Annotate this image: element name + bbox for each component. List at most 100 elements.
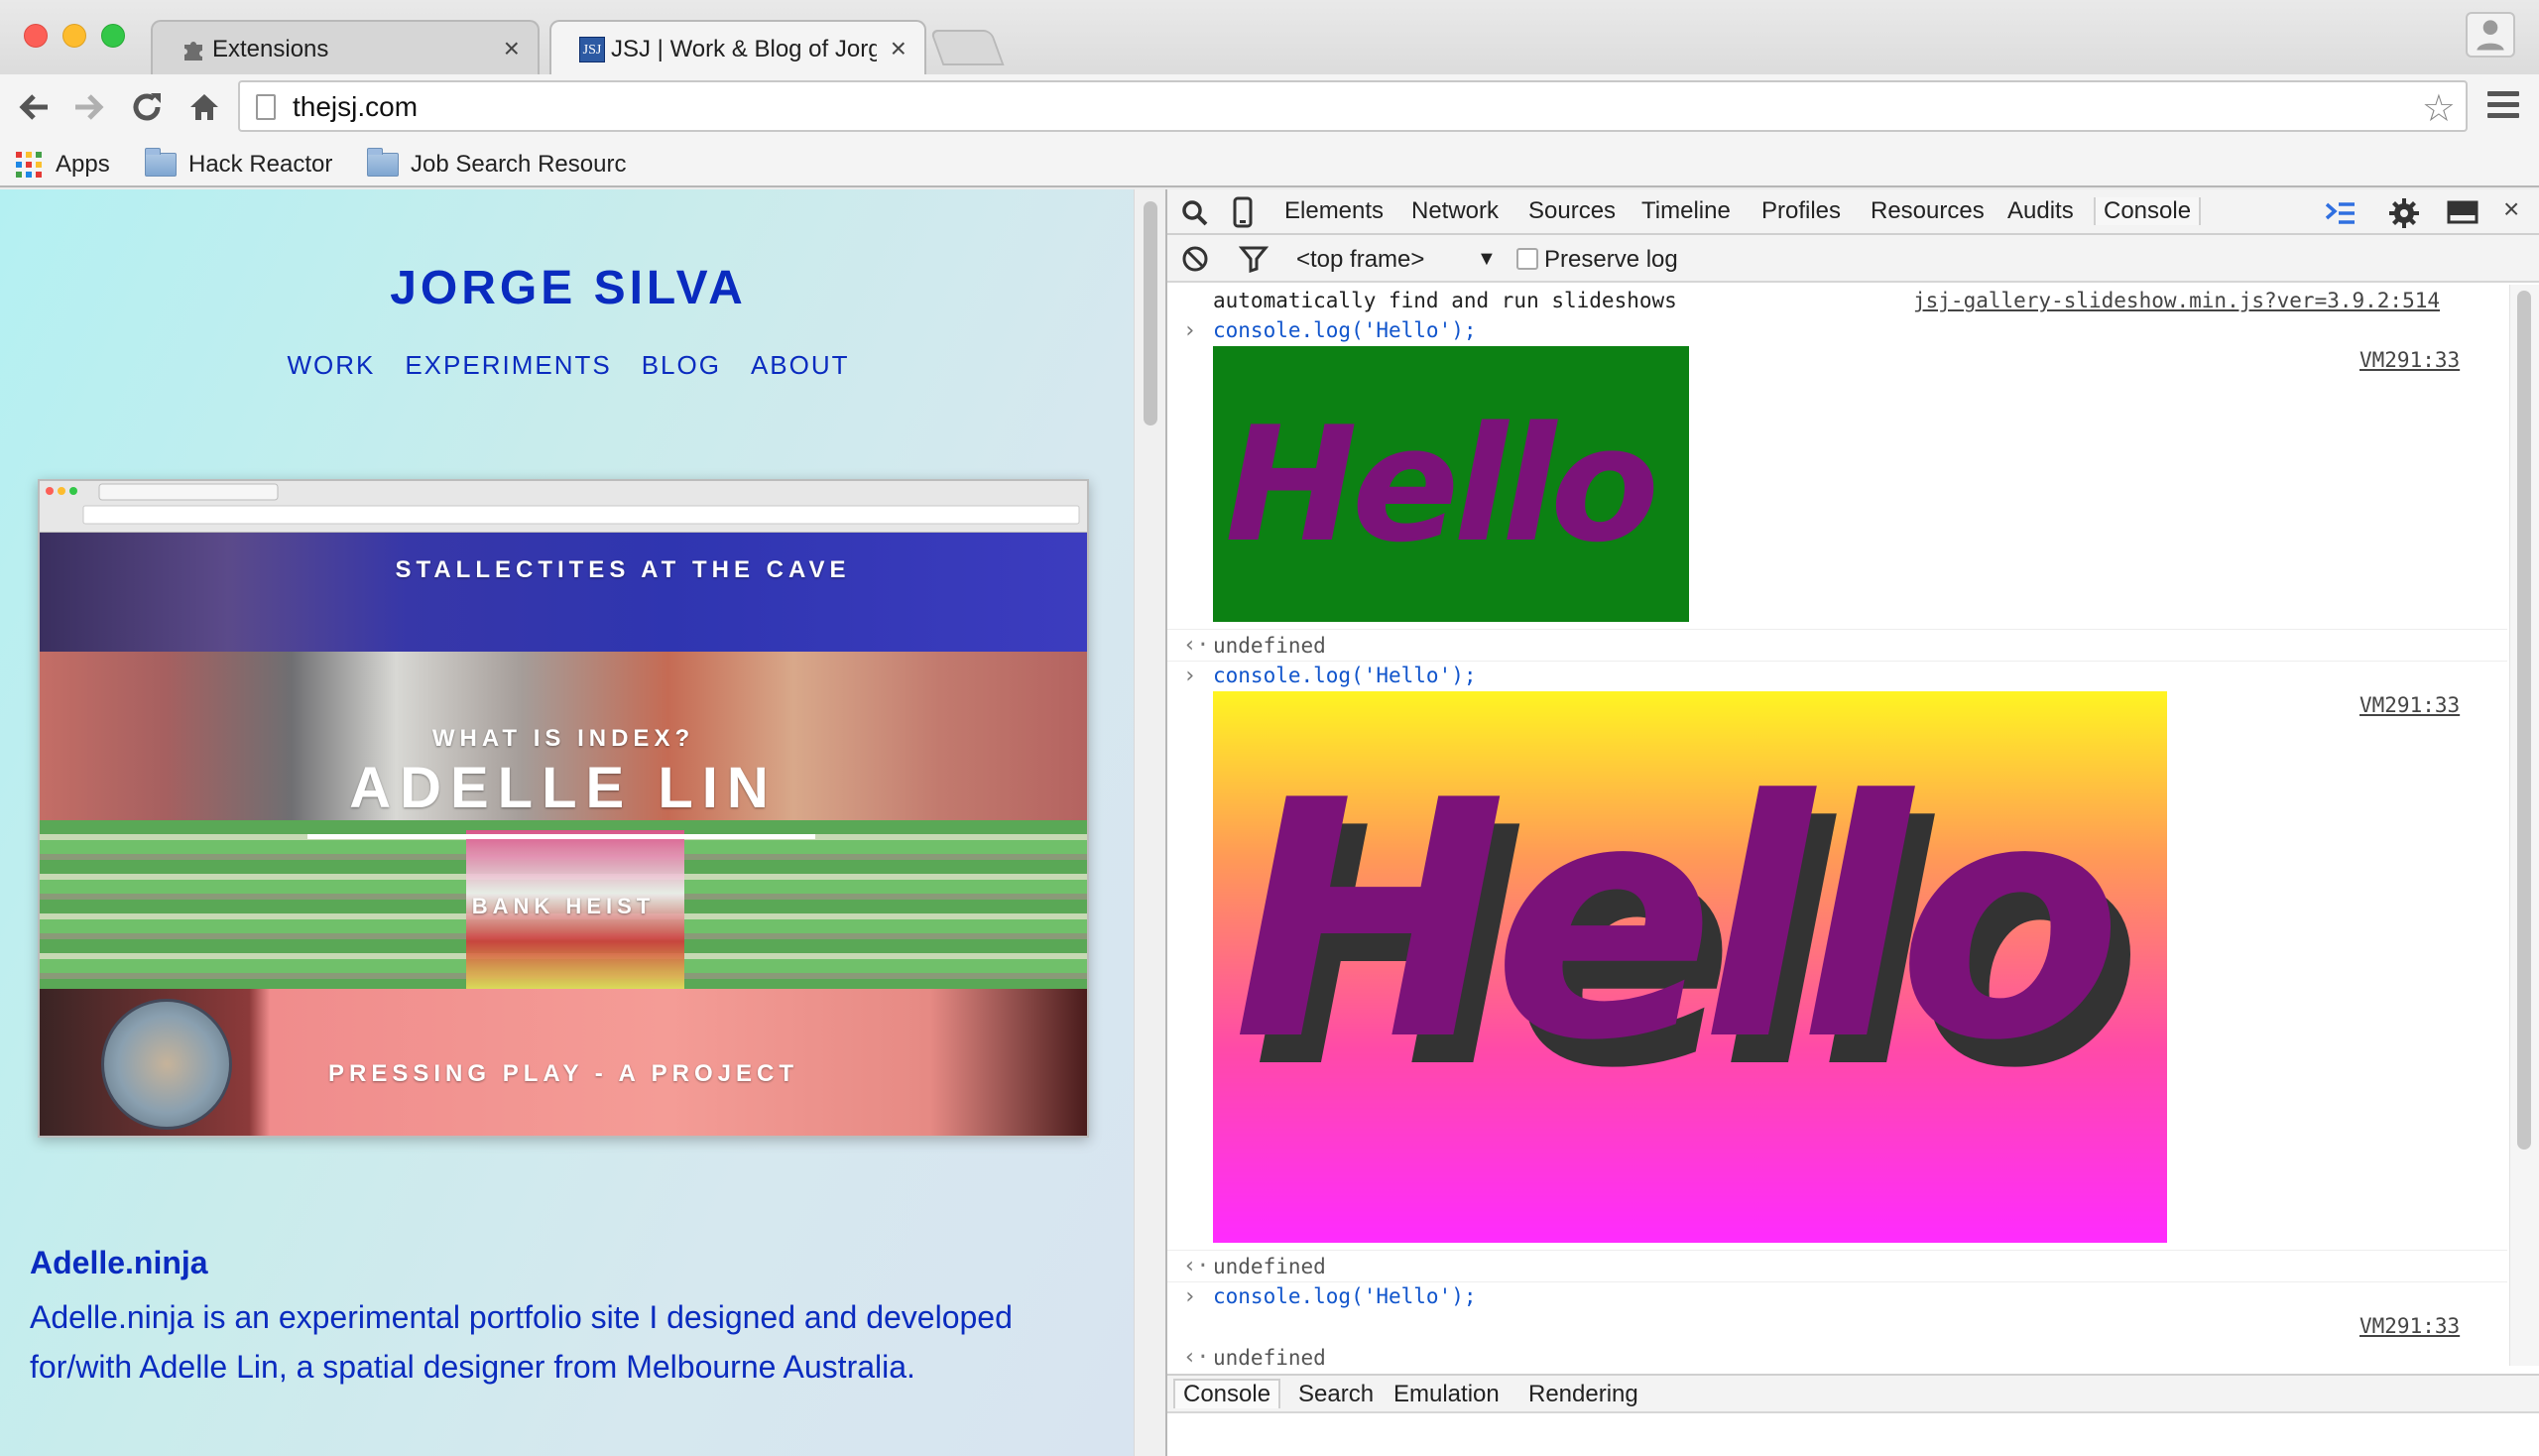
console-drawer-icon[interactable]: [2324, 199, 2358, 227]
tab-extensions[interactable]: Extensions ×: [151, 20, 540, 74]
url-text: thejsj.com: [293, 91, 419, 122]
tab-jsj[interactable]: JSJ JSJ | Work & Blog of Jorge ×: [549, 20, 926, 74]
tab-network[interactable]: Network: [1411, 197, 1499, 225]
headline-underline: [307, 834, 815, 839]
home-icon[interactable]: [184, 85, 224, 129]
screenshot-text: BANK HEIST: [471, 894, 656, 918]
result-arrow-icon: ‹·: [1183, 1345, 1210, 1366]
bookmark-label: Apps: [56, 151, 110, 178]
person-icon: [2477, 20, 2504, 51]
dock-side-icon[interactable]: [2447, 200, 2480, 226]
result-arrow-icon: ‹·: [1183, 633, 1210, 658]
console-scrollbar[interactable]: [2509, 285, 2539, 1366]
drawer-tab-rendering[interactable]: Rendering: [1528, 1381, 1638, 1408]
screenshot-text: PRESSING PLAY - A PROJECT: [328, 1060, 798, 1087]
tab-audits[interactable]: Audits: [2007, 197, 2074, 225]
command-text: console.log('Hello');: [1213, 664, 1477, 687]
project-description: Adelle.ninja is an experimental portfoli…: [30, 1299, 1013, 1385]
search-icon[interactable]: [1181, 199, 1209, 227]
close-devtools-icon[interactable]: ×: [2503, 193, 2519, 225]
new-tab-button[interactable]: [929, 30, 1005, 65]
input-prompt-icon: ›: [1183, 664, 1197, 688]
result-text: undefined: [1213, 634, 1326, 658]
bookmark-apps[interactable]: Apps: [16, 147, 110, 182]
tab-timeline[interactable]: Timeline: [1641, 197, 1731, 225]
bookmark-job-search[interactable]: Job Search Resourc: [367, 147, 637, 182]
console-message: Hello VM291:33: [1167, 346, 2507, 630]
tab-title: JSJ | Work & Blog of Jorge: [611, 36, 877, 62]
tab-close-icon[interactable]: ×: [891, 33, 907, 64]
nav-blog[interactable]: BLOG: [642, 350, 721, 381]
reload-icon[interactable]: [127, 85, 167, 129]
filter-icon[interactable]: [1239, 245, 1269, 273]
tab-close-icon[interactable]: ×: [504, 33, 520, 64]
source-link[interactable]: VM291:33: [2359, 348, 2460, 372]
devtools-panel: Elements Network Sources Timeline Profil…: [1167, 189, 2539, 1456]
chevron-down-icon[interactable]: ▼: [1477, 248, 1497, 271]
drawer-tab-console[interactable]: Console: [1173, 1379, 1281, 1408]
project-screenshot[interactable]: STALLECTITES AT THE CAVE WHAT IS INDEX? …: [38, 479, 1089, 1138]
console-command: › console.log('Hello');: [1167, 662, 2507, 691]
tab-sources[interactable]: Sources: [1528, 197, 1616, 225]
bookmark-star-icon[interactable]: ☆: [2422, 86, 2456, 131]
project-title[interactable]: Adelle.ninja: [30, 1245, 208, 1281]
drawer-tab-emulation[interactable]: Emulation: [1393, 1381, 1500, 1408]
console-scrollbar-thumb[interactable]: [2517, 291, 2531, 1150]
hello-text: Hello: [1225, 392, 1659, 577]
console-output: automatically find and run slideshows js…: [1167, 285, 2507, 1366]
page-scrollbar-thumb[interactable]: [1144, 201, 1157, 425]
gradient-hello-output: Hello Hello: [1213, 691, 2167, 1243]
page-scrollbar[interactable]: [1134, 189, 1165, 1456]
window-minimize-button[interactable]: [62, 24, 86, 48]
result-text: undefined: [1213, 1346, 1326, 1366]
drawer-tab-search[interactable]: Search: [1298, 1381, 1374, 1408]
tab-strip: Extensions × JSJ JSJ | Work & Blog of Jo…: [0, 0, 2539, 74]
window-close-button[interactable]: [24, 24, 48, 48]
site-title[interactable]: JORGE SILVA: [0, 261, 1137, 315]
command-text: console.log('Hello');: [1213, 1284, 1477, 1308]
context-selector[interactable]: <top frame>: [1296, 246, 1424, 274]
console-result: ‹· undefined: [1167, 1342, 2507, 1366]
bookmark-hack-reactor[interactable]: Hack Reactor: [145, 147, 332, 182]
tab-elements[interactable]: Elements: [1284, 197, 1384, 225]
source-link[interactable]: VM291:33: [2359, 1314, 2460, 1338]
forward-icon[interactable]: [69, 85, 109, 129]
clear-console-icon[interactable]: [1181, 245, 1209, 273]
tab-console[interactable]: Console: [2094, 197, 2202, 225]
drawer-console-input[interactable]: [1167, 1415, 2539, 1456]
screenshot-browser-chrome: [40, 481, 1087, 533]
nav-about[interactable]: ABOUT: [751, 350, 850, 381]
bookmarks-bar: Apps Hack Reactor Job Search Resourc: [0, 142, 2539, 187]
source-link[interactable]: jsj-gallery-slideshow.min.js?ver=3.9.2:5…: [1913, 289, 2440, 312]
command-text: console.log('Hello');: [1213, 318, 1477, 342]
tab-profiles[interactable]: Profiles: [1761, 197, 1841, 225]
nav-experiments[interactable]: EXPERIMENTS: [405, 350, 611, 381]
address-bar[interactable]: thejsj.com ☆: [238, 80, 2468, 132]
back-icon[interactable]: [14, 85, 54, 129]
result-arrow-icon: ‹·: [1183, 1254, 1210, 1278]
folder-icon: [145, 148, 177, 177]
console-message: VM291:33: [1167, 1312, 2507, 1342]
console-result: ‹· undefined: [1167, 1251, 2507, 1282]
site-nav: WORK EXPERIMENTS BLOG ABOUT: [0, 350, 1137, 381]
console-message: Hello Hello VM291:33: [1167, 691, 2507, 1251]
device-mode-icon[interactable]: [1233, 196, 1253, 228]
hello-text: Hello: [1233, 731, 2122, 1112]
console-command: › console.log('Hello');: [1167, 316, 2507, 346]
console-log-text: automatically find and run slideshows: [1213, 289, 1677, 312]
screenshot-headline: ADELLE LIN: [349, 756, 778, 820]
checkbox-box[interactable]: [1516, 248, 1538, 270]
nav-work[interactable]: WORK: [287, 350, 375, 381]
preserve-log-checkbox[interactable]: Preserve log: [1516, 246, 1678, 274]
chrome-menu-icon[interactable]: [2487, 91, 2519, 121]
source-link[interactable]: VM291:33: [2359, 693, 2460, 717]
profile-button[interactable]: [2466, 12, 2515, 58]
input-prompt-icon: ›: [1183, 1284, 1197, 1309]
window-maximize-button[interactable]: [101, 24, 125, 48]
settings-gear-icon[interactable]: [2387, 196, 2421, 230]
tab-resources[interactable]: Resources: [1871, 197, 1985, 225]
folder-icon: [367, 148, 399, 177]
result-text: undefined: [1213, 1255, 1326, 1278]
console-message: automatically find and run slideshows js…: [1167, 285, 2507, 316]
tab-title: Extensions: [212, 36, 329, 62]
